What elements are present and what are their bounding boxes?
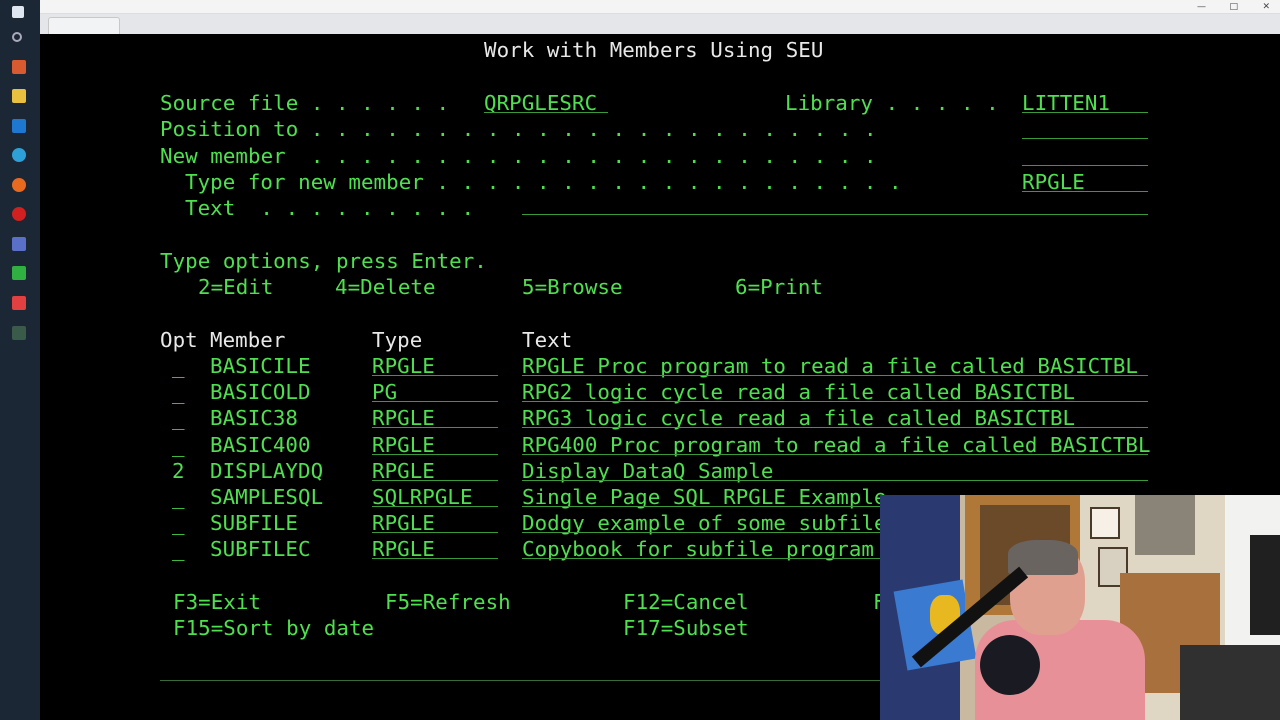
header-text: Text: [522, 328, 573, 352]
source-file-value: QRPGLESRC: [484, 91, 598, 115]
row-member: SUBFILE: [210, 511, 298, 536]
row-text-underline: [522, 427, 1148, 429]
source-file-label: Source file . . . . . .: [160, 91, 450, 115]
terminal-app-icon[interactable]: [12, 326, 26, 340]
row-text: Copybook for subfile program: [522, 537, 874, 562]
option-print: 6=Print: [735, 275, 823, 299]
fkey-subset[interactable]: F17=Subset: [623, 617, 749, 639]
fkey-cancel[interactable]: F12=Cancel: [623, 591, 749, 613]
row-type-underline: [372, 375, 498, 376]
type-new-member-field[interactable]: RPGLE: [1022, 171, 1085, 193]
row-type-underline: [372, 532, 498, 534]
maximize-icon[interactable]: □: [1229, 2, 1238, 12]
window-title-bar: — □ ✕: [40, 0, 1280, 14]
row-text-underline: [522, 401, 1148, 403]
row-member: DISPLAYDQ: [210, 458, 324, 483]
row-text-underline: [522, 479, 1148, 481]
header-type: Type: [372, 328, 423, 352]
row-opt-field[interactable]: _: [172, 538, 185, 560]
row-member: BASICOLD: [210, 380, 311, 405]
row-type: SQLRPGLE: [372, 485, 473, 509]
row-text: RPG2 logic cycle read a file called BASI…: [522, 380, 1076, 405]
row-opt-field[interactable]: _: [172, 355, 185, 377]
row-opt-field[interactable]: _: [172, 512, 185, 534]
fkey-sort-by-date[interactable]: F15=Sort by date: [173, 617, 374, 639]
row-type: RPGLE: [372, 458, 435, 483]
row-type-underline: [372, 479, 498, 481]
row-text-underline: [522, 453, 1148, 455]
teams-icon[interactable]: [12, 237, 26, 251]
outlook-icon[interactable]: [12, 119, 26, 133]
header-member: Member: [210, 328, 286, 352]
row-text: RPG400 Proc program to read a file calle…: [522, 432, 1151, 457]
instructions: Type options, press Enter.: [160, 249, 487, 273]
row-text: Dodgy example of some subfile: [522, 511, 887, 536]
app-green-icon[interactable]: [12, 266, 26, 280]
file-explorer-icon[interactable]: [12, 89, 26, 103]
option-browse: 5=Browse: [522, 275, 623, 299]
position-to-underline: [1022, 138, 1148, 139]
text-underline: [522, 214, 1148, 215]
row-text: RPGLE Proc program to read a file called…: [522, 354, 1138, 378]
row-type: RPGLE: [372, 537, 435, 562]
minimize-icon[interactable]: —: [1197, 2, 1206, 12]
row-text: RPG3 logic cycle read a file called BASI…: [522, 406, 1076, 431]
library-underline: [1022, 112, 1148, 113]
row-member: SUBFILEC: [210, 537, 311, 562]
row-text-underline: [522, 375, 1148, 376]
row-type: RPGLE: [372, 354, 435, 378]
row-type-underline: [372, 558, 498, 560]
screen-title: Work with Members Using SEU: [484, 38, 824, 62]
library-field[interactable]: LITTEN1: [1022, 92, 1110, 114]
row-type-underline: [372, 506, 498, 507]
row-member: BASICILE: [210, 354, 311, 378]
row-type: RPGLE: [372, 511, 435, 536]
text-label: Text . . . . . . . . .: [185, 196, 475, 220]
edge-icon[interactable]: [12, 148, 26, 162]
header-opt: Opt: [160, 328, 198, 352]
new-member-label: New member . . . . . . . . . . . . . . .…: [160, 144, 877, 168]
app-icon[interactable]: [12, 60, 26, 74]
row-type: PG: [372, 380, 398, 405]
option-edit: 2=Edit: [198, 275, 274, 299]
position-to-label: Position to . . . . . . . . . . . . . . …: [160, 117, 877, 141]
new-member-underline: [1022, 165, 1148, 166]
fkey-refresh[interactable]: F5=Refresh: [385, 591, 511, 613]
type-new-member-label: Type for new member . . . . . . . . . . …: [185, 170, 902, 194]
close-icon[interactable]: ✕: [1262, 2, 1270, 12]
row-type-underline: [372, 401, 498, 403]
opera-icon[interactable]: [12, 207, 26, 221]
windows-taskbar: [0, 0, 40, 720]
row-opt-field[interactable]: _: [172, 381, 185, 403]
type-new-member-underline: [1022, 191, 1148, 192]
session-tab[interactable]: [48, 17, 120, 34]
row-opt-field[interactable]: _: [172, 407, 185, 429]
row-text: Single Page SQL RPGLE Example: [522, 485, 887, 509]
source-file-underline: [484, 112, 608, 113]
row-opt-field[interactable]: 2: [172, 460, 185, 482]
row-member: SAMPLESQL: [210, 485, 324, 509]
search-icon[interactable]: [12, 32, 22, 42]
row-type: RPGLE: [372, 432, 435, 457]
session-tab-bar: [40, 14, 1280, 34]
row-type: RPGLE: [372, 406, 435, 431]
library-label: Library . . . . .: [785, 91, 999, 115]
app-red-icon[interactable]: [12, 296, 26, 310]
row-member: BASIC38: [210, 406, 298, 431]
windows-start-icon[interactable]: [12, 6, 24, 18]
message-line-divider: [160, 680, 880, 681]
row-type-underline: [372, 453, 498, 455]
row-member: BASIC400: [210, 432, 311, 457]
fkey-exit[interactable]: F3=Exit: [173, 591, 261, 613]
option-delete: 4=Delete: [335, 275, 436, 299]
webcam-overlay: [880, 495, 1280, 720]
row-opt-field[interactable]: _: [172, 486, 185, 508]
row-text: Display DataQ Sample: [522, 458, 774, 483]
row-type-underline: [372, 427, 498, 429]
firefox-icon[interactable]: [12, 178, 26, 192]
row-opt-field[interactable]: _: [172, 434, 185, 456]
